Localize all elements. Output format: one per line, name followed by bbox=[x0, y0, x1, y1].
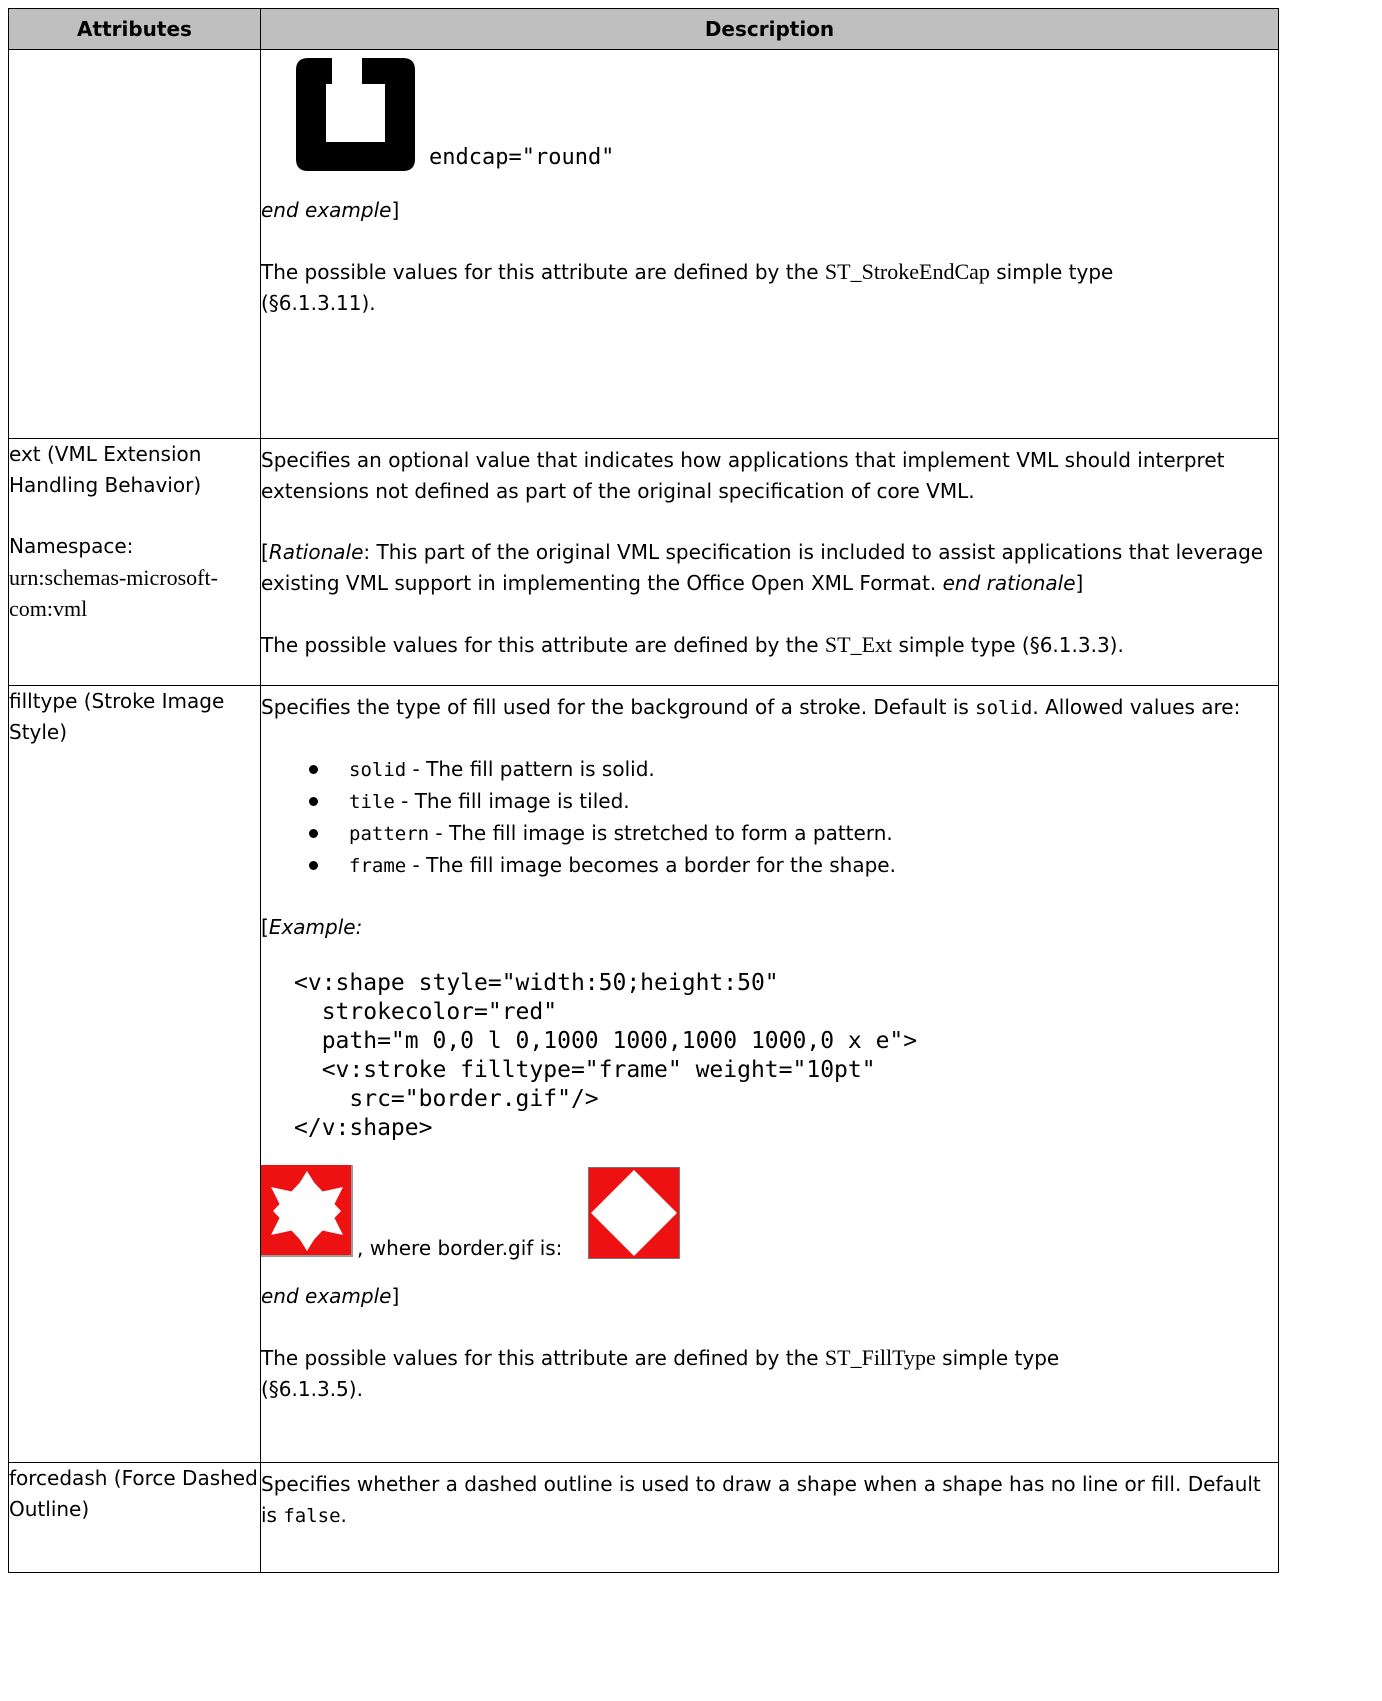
attr-name-filltype: filltype (Stroke Image Style) bbox=[9, 689, 225, 744]
list-item: tile - The fill image is tiled. bbox=[301, 786, 1278, 818]
filltype-values-list: solid - The fill pattern is solid. tile … bbox=[261, 754, 1278, 882]
attr-name-forcedash: forcedash (Force Dashed Outline) bbox=[9, 1466, 258, 1521]
ext-values-text: The possible values for this attribute a… bbox=[261, 632, 1124, 657]
attributes-table: Attributes Description endcap="round" en… bbox=[8, 8, 1279, 1573]
filltype-example-images: , where border.gif is: bbox=[261, 1165, 1278, 1261]
header-attributes: Attributes bbox=[8, 8, 261, 50]
type-link: ST_Ext bbox=[824, 632, 893, 657]
attr-cell-empty bbox=[8, 49, 261, 439]
table-header-row: Attributes Description bbox=[8, 8, 1279, 50]
desc-cell-forcedash: Specifies whether a dashed outline is us… bbox=[260, 1462, 1279, 1573]
type-link: ST_StrokeEndCap bbox=[824, 259, 990, 284]
table-row: forcedash (Force Dashed Outline) Specifi… bbox=[8, 1462, 1279, 1573]
endcap-example-figure: endcap="round" bbox=[261, 50, 1278, 175]
ext-rationale: [Rationale: This part of the original VM… bbox=[261, 540, 1264, 595]
attr-cell-filltype: filltype (Stroke Image Style) bbox=[8, 685, 261, 1463]
attr-cell-ext: ext (VML Extension Handling Behavior) Na… bbox=[8, 438, 261, 686]
filltype-description: Specifies the type of fill used for the … bbox=[261, 695, 1241, 719]
attr-name-ext: ext (VML Extension Handling Behavior) bbox=[9, 442, 202, 497]
endcap-values-text: The possible values for this attribute a… bbox=[261, 259, 1114, 315]
frame-result-image bbox=[261, 1165, 353, 1257]
desc-cell-endcap: endcap="round" end example] The possible… bbox=[260, 49, 1279, 439]
border-gif-image bbox=[588, 1167, 680, 1259]
list-item: frame - The fill image becomes a border … bbox=[301, 850, 1278, 882]
namespace-label: Namespace: bbox=[9, 534, 134, 558]
namespace-value: urn:schemas-microsoft-com:vml bbox=[9, 565, 218, 621]
forcedash-description: Specifies whether a dashed outline is us… bbox=[261, 1472, 1261, 1527]
example-open: [Example: bbox=[261, 915, 363, 939]
header-description: Description bbox=[260, 8, 1279, 50]
end-example-text: end example] bbox=[261, 198, 400, 222]
table-row: filltype (Stroke Image Style) Specifies … bbox=[8, 685, 1279, 1463]
desc-cell-filltype: Specifies the type of fill used for the … bbox=[260, 685, 1279, 1463]
table-row: endcap="round" end example] The possible… bbox=[8, 49, 1279, 439]
endcap-round-label: endcap="round" bbox=[429, 145, 615, 170]
desc-cell-ext: Specifies an optional value that indicat… bbox=[260, 438, 1279, 686]
round-endcap-shape-image bbox=[296, 58, 415, 171]
list-item: pattern - The fill image is stretched to… bbox=[301, 818, 1278, 850]
ext-description: Specifies an optional value that indicat… bbox=[261, 448, 1225, 503]
table-row: ext (VML Extension Handling Behavior) Na… bbox=[8, 438, 1279, 686]
type-link: ST_FillType bbox=[824, 1345, 936, 1370]
end-example-text: end example] bbox=[261, 1284, 400, 1308]
where-border-gif-text: , where border.gif is: bbox=[357, 1236, 563, 1260]
attr-cell-forcedash: forcedash (Force Dashed Outline) bbox=[8, 1462, 261, 1573]
example-code-block: <v:shape style="width:50;height:50" stro… bbox=[294, 970, 918, 1141]
filltype-values-text: The possible values for this attribute a… bbox=[261, 1345, 1060, 1401]
list-item: solid - The fill pattern is solid. bbox=[301, 754, 1278, 786]
